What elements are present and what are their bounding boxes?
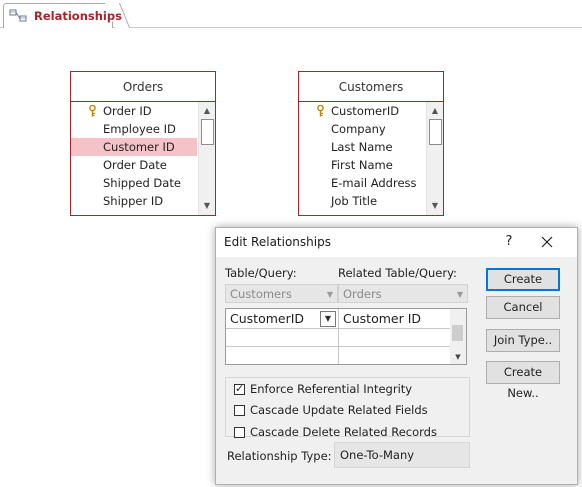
field-label: E-mail Address	[331, 176, 417, 190]
dialog-title: Edit Relationships	[224, 235, 331, 249]
dialog-titlebar[interactable]: Edit Relationships ?	[216, 228, 577, 257]
customers-field-list[interactable]: Customers CustomerID Company Last Name F…	[298, 71, 444, 216]
empty-grid-cell[interactable]	[339, 329, 452, 347]
edit-relationships-dialog: Edit Relationships ? Table/Query: Relate…	[215, 227, 578, 485]
close-icon[interactable]	[536, 231, 558, 253]
field-company[interactable]: Company	[299, 120, 425, 138]
cascade-update-checkbox[interactable]	[234, 405, 245, 416]
field-job-title[interactable]: Job Title	[299, 192, 425, 210]
field-email-address[interactable]: E-mail Address	[299, 174, 425, 192]
scroll-down-icon[interactable]: ▼	[452, 352, 464, 362]
empty-grid-cell[interactable]	[226, 329, 339, 347]
create-button[interactable]: Create	[486, 268, 560, 291]
scroll-down-icon[interactable]: ▼	[429, 200, 441, 212]
field-last-name[interactable]: Last Name	[299, 138, 425, 156]
orders-field-list[interactable]: Orders Order ID Employee ID Customer ID …	[70, 71, 216, 216]
table-query-select: Customers ▼	[225, 284, 338, 303]
field-label: Job Title	[331, 194, 378, 208]
scroll-thumb[interactable]	[429, 119, 442, 145]
field-shipper-id[interactable]: Shipper ID	[71, 192, 197, 210]
table-query-value: Customers	[230, 287, 292, 301]
scroll-up-icon[interactable]: ▲	[201, 105, 213, 117]
field-list: Order ID Employee ID Customer ID Order D…	[71, 102, 197, 215]
join-type-button[interactable]: Join Type..	[486, 329, 560, 352]
right-field-cell[interactable]: Customer ID	[339, 309, 452, 329]
left-field-value: CustomerID	[230, 311, 305, 326]
field-label: Last Name	[331, 140, 393, 154]
primary-key-icon	[317, 105, 324, 117]
chevron-down-icon: ▼	[456, 290, 463, 299]
enforce-integrity-checkbox[interactable]: ✓	[234, 382, 245, 395]
relationship-type-label: Relationship Type:	[227, 449, 332, 463]
help-button[interactable]: ?	[498, 231, 520, 253]
empty-grid-cell[interactable]	[226, 347, 339, 364]
related-table-query-select: Orders ▼	[338, 284, 468, 303]
relationship-type-value: One-To-Many	[334, 442, 470, 468]
field-list-scrollbar[interactable]: ▲ ▼	[426, 102, 443, 215]
field-label: Order ID	[103, 104, 152, 118]
field-mapping-grid: CustomerID ▼ Customer ID ▼	[225, 308, 467, 365]
field-list: CustomerID Company Last Name First Name …	[299, 102, 425, 215]
field-customer-id[interactable]: Customer ID	[71, 138, 197, 156]
cascade-delete-checkbox[interactable]	[234, 427, 245, 438]
field-first-name[interactable]: First Name	[299, 156, 425, 174]
scroll-up-icon[interactable]: ▲	[429, 105, 441, 117]
field-shipped-date[interactable]: Shipped Date	[71, 174, 197, 192]
field-label: CustomerID	[331, 104, 400, 118]
primary-key-icon	[89, 105, 96, 117]
relationships-tab-label: Relationships	[34, 9, 122, 23]
field-label: First Name	[331, 158, 393, 172]
table-query-label: Table/Query:	[225, 266, 297, 280]
enforce-integrity-label[interactable]: Enforce Referential Integrity	[250, 382, 412, 396]
field-label: Shipper ID	[103, 194, 164, 208]
scroll-thumb[interactable]	[201, 119, 214, 145]
field-order-date[interactable]: Order Date	[71, 156, 197, 174]
field-label: Employee ID	[103, 122, 176, 136]
field-customerid[interactable]: CustomerID	[299, 102, 425, 120]
cancel-button[interactable]: Cancel	[486, 296, 560, 319]
grid-scrollbar[interactable]: ▼	[450, 309, 466, 364]
scroll-thumb[interactable]	[452, 325, 463, 341]
related-table-query-label: Related Table/Query:	[338, 266, 457, 280]
document-tab-strip: Relationships	[0, 0, 582, 28]
create-new-button[interactable]: Create New..	[486, 361, 560, 400]
scroll-down-icon[interactable]: ▼	[201, 200, 213, 212]
field-label: Order Date	[103, 158, 167, 172]
relationships-tab[interactable]: Relationships	[3, 3, 122, 28]
field-label: Company	[331, 122, 386, 136]
field-label: Customer ID	[103, 140, 175, 154]
chevron-down-icon: ▼	[326, 290, 333, 299]
right-field-value: Customer ID	[343, 311, 422, 326]
integrity-options-group: ✓ Enforce Referential Integrity Cascade …	[225, 377, 470, 439]
field-label: Shipped Date	[103, 176, 181, 190]
checkmark-icon: ✓	[235, 382, 245, 395]
field-list-scrollbar[interactable]: ▲ ▼	[198, 102, 215, 215]
field-employee-id[interactable]: Employee ID	[71, 120, 197, 138]
table-title[interactable]: Orders	[71, 72, 215, 102]
field-order-id[interactable]: Order ID	[71, 102, 197, 120]
cascade-update-label[interactable]: Cascade Update Related Fields	[250, 403, 428, 417]
table-title[interactable]: Customers	[299, 72, 443, 102]
left-field-cell[interactable]: CustomerID ▼	[226, 309, 339, 329]
empty-grid-cell[interactable]	[339, 347, 452, 364]
chevron-down-icon[interactable]: ▼	[320, 311, 336, 327]
related-table-query-value: Orders	[343, 287, 382, 301]
cascade-delete-label[interactable]: Cascade Delete Related Records	[250, 425, 437, 439]
relationships-icon	[9, 9, 27, 22]
